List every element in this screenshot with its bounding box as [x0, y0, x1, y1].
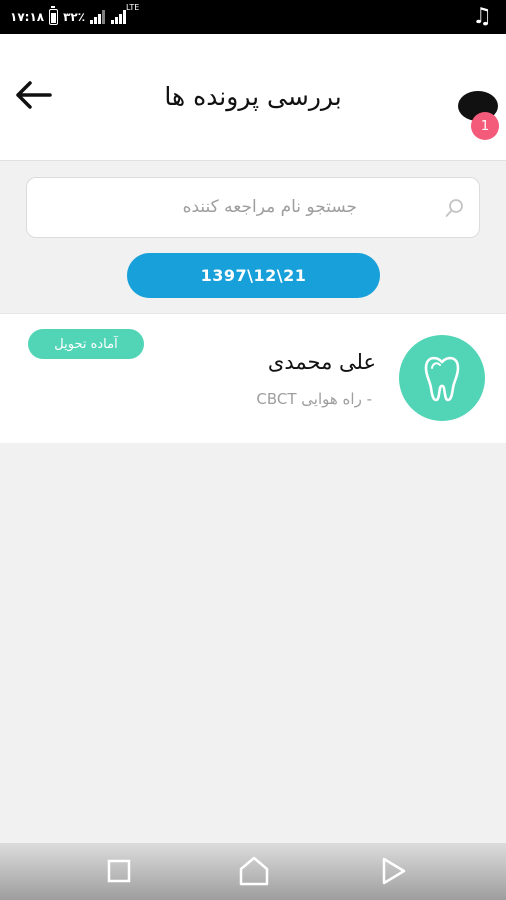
service-type: - راه هوایی CBCT	[256, 390, 372, 408]
search-placeholder: جستجو نام مراجعه کننده	[182, 197, 357, 217]
status-bar: ۱۷:۱۸ ۳۲٪ LTE ♫	[0, 0, 506, 34]
notification-badge: 1	[471, 112, 499, 140]
app-header: بررسی پرونده ها 1	[0, 34, 506, 161]
recents-square-icon[interactable]	[101, 853, 137, 889]
page-title: بررسی پرونده ها	[164, 82, 342, 111]
arrow-left-icon[interactable]	[14, 80, 52, 110]
home-icon[interactable]	[236, 853, 272, 889]
patient-name: علی محمدی	[267, 350, 376, 374]
status-badge: آماده تحویل	[28, 329, 144, 359]
tooth-icon	[424, 356, 460, 402]
clock: ۱۷:۱۸	[10, 10, 45, 24]
signal-lte-icon	[111, 10, 127, 24]
battery-percentage: ۳۲٪	[63, 10, 86, 24]
date-filter-button[interactable]: 1397\12\21	[127, 253, 380, 298]
battery-icon	[49, 6, 59, 25]
system-nav-bar	[0, 843, 506, 900]
date-filter-label: 1397\12\21	[200, 266, 307, 285]
network-type: LTE	[126, 3, 140, 12]
music-note-icon: ♫	[472, 4, 492, 29]
search-icon[interactable]	[445, 198, 465, 218]
status-badge-label: آماده تحویل	[54, 336, 118, 352]
avatar	[399, 335, 485, 421]
list-item[interactable]: آماده تحویل علی محمدی - راه هوایی CBCT	[0, 313, 506, 443]
search-input[interactable]: جستجو نام مراجعه کننده	[26, 177, 480, 238]
back-triangle-icon[interactable]	[375, 853, 411, 889]
status-left-group: ۱۷:۱۸ ۳۲٪	[10, 0, 131, 34]
signal-icon	[90, 10, 106, 24]
